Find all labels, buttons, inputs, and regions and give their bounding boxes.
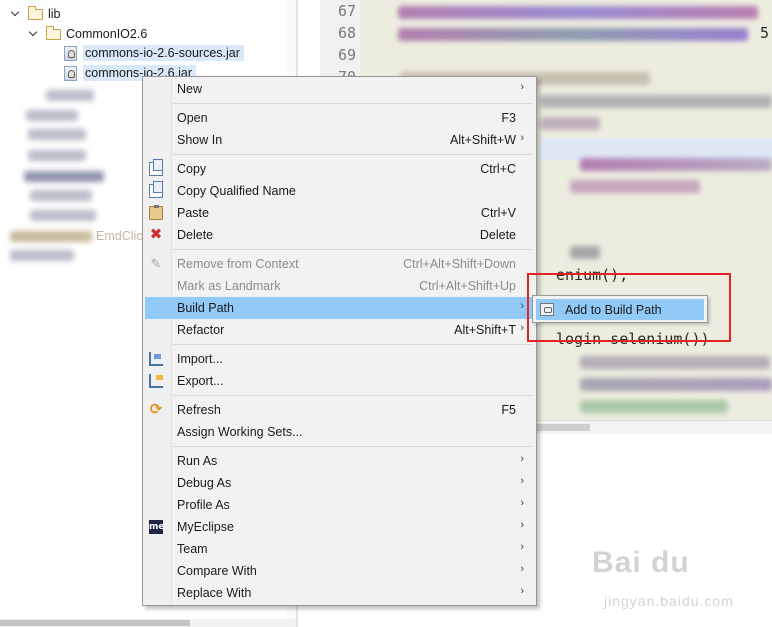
tree-label-jar-sources: commons-io-2.6-sources.jar [83, 45, 244, 61]
menu-item-compare-with[interactable]: Compare With › [145, 560, 534, 582]
blurred-tree-item [24, 171, 104, 182]
expand-chevron-icon[interactable] [10, 8, 22, 20]
menu-separator [173, 103, 532, 104]
tree-item-commonio[interactable]: CommonIO2.6 [28, 24, 147, 44]
submenu-arrow-icon: › [520, 519, 524, 531]
blurred-code-line [570, 246, 600, 259]
code-fragment: 5 [760, 24, 770, 42]
blurred-tree-item [26, 110, 78, 121]
menu-item-open[interactable]: Open F3 [145, 107, 534, 129]
copy-qualified-icon [149, 181, 163, 198]
blurred-code-line [398, 6, 758, 19]
blurred-code-line [540, 117, 600, 130]
blurred-tree-item [28, 150, 86, 161]
menu-item-myeclipse[interactable]: me MyEclipse › [145, 516, 534, 538]
menu-item-refactor[interactable]: Refactor Alt+Shift+T › [145, 319, 534, 341]
jar-file-icon [64, 45, 77, 61]
remove-context-icon: ✎ [150, 256, 162, 271]
menu-item-new[interactable]: New › [145, 78, 534, 100]
blurred-code-line [580, 378, 772, 391]
tree-label-lib: lib [48, 7, 61, 21]
menu-item-mark-as-landmark: Mark as Landmark Ctrl+Alt+Shift+Up [177, 279, 516, 293]
tree-label-commonio: CommonIO2.6 [66, 27, 148, 41]
menu-item-run-as[interactable]: Run As › [145, 450, 534, 472]
menu-item-replace-with[interactable]: Replace With › [145, 582, 534, 604]
submenu-arrow-icon: › [520, 475, 524, 487]
blurred-tree-item [10, 231, 92, 242]
myeclipse-icon: me [149, 520, 165, 534]
menu-item-build-path[interactable]: Build Path › [145, 297, 534, 319]
current-line-highlight [540, 138, 772, 160]
blurred-code-line [540, 95, 772, 108]
blurred-code-line [580, 400, 728, 413]
submenu-arrow-icon: › [520, 585, 524, 597]
tree-item-lib[interactable]: lib [10, 4, 61, 24]
menu-item-debug-as[interactable]: Debug As › [145, 472, 534, 494]
blurred-tree-item [30, 210, 96, 221]
submenu-arrow-icon: › [520, 81, 524, 93]
submenu-arrow-icon: › [520, 541, 524, 553]
folder-icon [46, 25, 61, 40]
line-number: 67 [337, 2, 356, 20]
folder-icon [28, 5, 43, 20]
submenu-arrow-icon: › [520, 322, 524, 334]
export-icon [149, 374, 163, 388]
menu-item-team[interactable]: Team › [145, 538, 534, 560]
blurred-code-line [398, 28, 748, 41]
submenu-arrow-icon: › [520, 132, 524, 144]
line-number: 68 [337, 24, 356, 42]
line-number: 69 [337, 46, 356, 64]
menu-item-copy-qualified-name[interactable]: Copy Qualified Name [145, 180, 534, 202]
context-menu: New › Open F3 Show In Alt+Shift+W › Copy… [142, 76, 537, 606]
menu-item-export[interactable]: Export... [145, 370, 534, 392]
menu-item-refresh[interactable]: ⟳ Refresh F5 [145, 399, 534, 421]
baidu-watermark: Bai du jingyan.baidu.com [592, 546, 772, 627]
submenu-arrow-icon: › [520, 497, 524, 509]
blurred-tree-item [46, 90, 94, 101]
delete-icon: ✖ [149, 226, 163, 243]
import-icon [149, 352, 163, 366]
submenu-arrow-icon: › [520, 563, 524, 575]
copy-icon [149, 159, 163, 176]
menu-separator [173, 446, 532, 447]
refresh-icon: ⟳ [149, 401, 163, 418]
tree-horizontal-scrollbar[interactable] [0, 619, 296, 627]
tree-partial-label: EmdClic [96, 229, 143, 243]
watermark-logo: Bai du [592, 546, 690, 579]
submenu-arrow-icon: › [520, 453, 524, 465]
menu-item-profile-as[interactable]: Profile As › [145, 494, 534, 516]
menu-item-copy[interactable]: Copy Ctrl+C [145, 158, 534, 180]
menu-item-delete[interactable]: ✖ Delete Delete [145, 224, 534, 246]
blurred-tree-item [28, 129, 86, 140]
blurred-tree-item [30, 190, 92, 201]
menu-separator [173, 249, 532, 250]
blurred-tree-item [10, 250, 74, 261]
tree-item-jar-sources[interactable]: commons-io-2.6-sources.jar [64, 43, 244, 63]
menu-item-show-in[interactable]: Show In Alt+Shift+W › [145, 129, 534, 151]
watermark-url: jingyan.baidu.com [604, 593, 734, 609]
annotation-highlight-box [527, 273, 731, 342]
menu-separator [173, 154, 532, 155]
menu-item-remove-from-context: ✎ Remove from Context Ctrl+Alt+Shift+Dow… [150, 256, 516, 271]
menu-separator [173, 395, 532, 396]
blurred-code-line [580, 158, 772, 171]
paste-icon [149, 205, 163, 220]
blurred-code-line [570, 180, 700, 193]
menu-separator [173, 344, 532, 345]
submenu-arrow-icon: › [520, 300, 524, 312]
menu-item-assign-working-sets[interactable]: Assign Working Sets... [145, 421, 534, 443]
jar-file-icon [64, 65, 77, 81]
blurred-code-line [580, 356, 770, 369]
menu-item-paste[interactable]: Paste Ctrl+V [145, 202, 534, 224]
expand-chevron-icon[interactable] [28, 28, 40, 40]
menu-item-import[interactable]: Import... [145, 348, 534, 370]
scrollbar-thumb[interactable] [0, 620, 190, 626]
